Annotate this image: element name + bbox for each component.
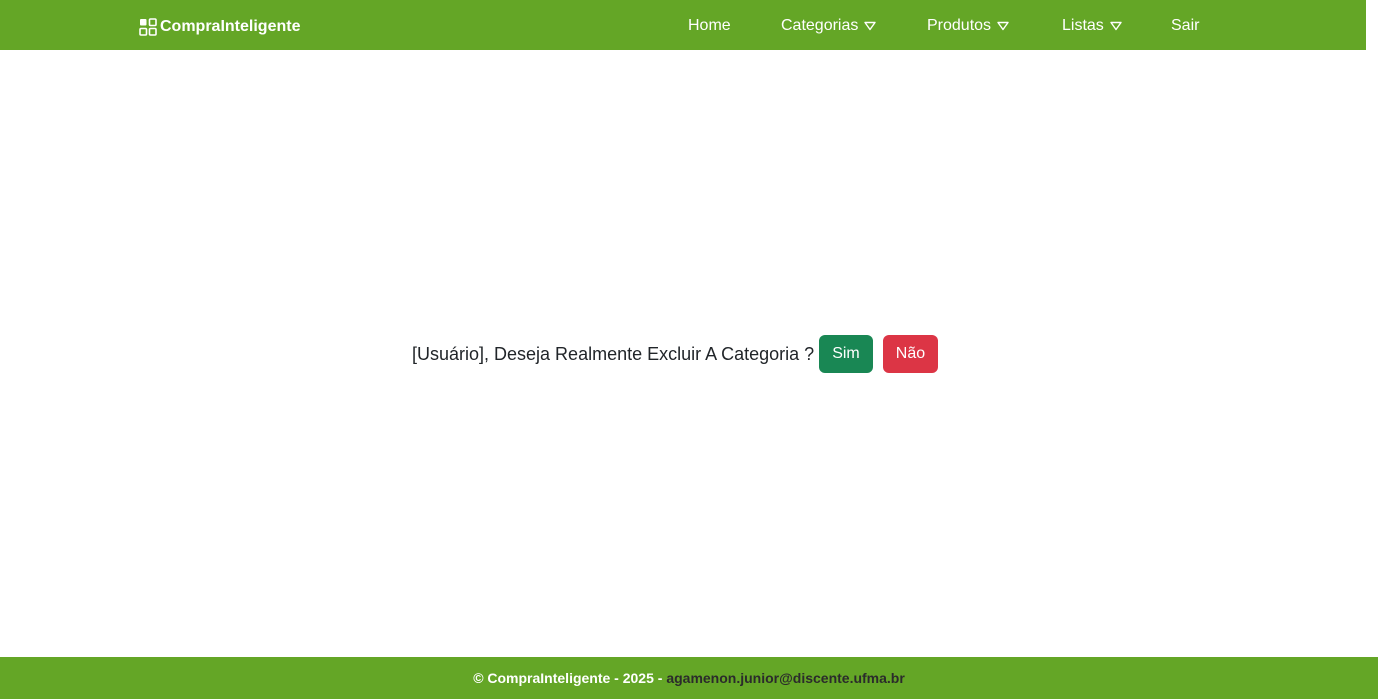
nav-listas-label: Listas [1062,17,1104,34]
brand-name: CompraInteligente [160,18,301,35]
brand-link[interactable]: CompraInteligente [139,16,300,38]
caret-down-icon [997,21,1009,31]
nav-home[interactable]: Home [688,15,731,37]
nav-sair[interactable]: Sair [1171,15,1199,37]
nav-produtos-label: Produtos [927,17,992,34]
nav-listas[interactable]: Listas [1062,15,1122,37]
caret-down-icon [1110,21,1122,31]
footer-email-link[interactable]: agamenon.junior@discente.ufma.br [666,670,904,686]
footer-copyright: © CompraInteligente - 2025 - [473,670,667,686]
footer: © CompraInteligente - 2025 - agamenon.ju… [0,657,1378,699]
delete-confirmation: [Usuário], Deseja Realmente Excluir A Ca… [412,335,939,373]
confirm-yes-button[interactable]: Sim [819,335,873,373]
navbar: CompraInteligente Home Categorias Produt… [0,0,1366,50]
nav-categorias-label: Categorias [781,17,859,34]
caret-down-icon [864,21,877,31]
nav-sair-label: Sair [1171,17,1200,34]
confirm-no-button[interactable]: Não [882,335,939,373]
nav-produtos[interactable]: Produtos [927,15,1009,37]
confirmation-message: [Usuário], Deseja Realmente Excluir A Ca… [412,343,815,364]
nav-home-label: Home [688,17,731,34]
grid-icon [139,18,157,36]
nav-categorias[interactable]: Categorias [781,15,877,37]
